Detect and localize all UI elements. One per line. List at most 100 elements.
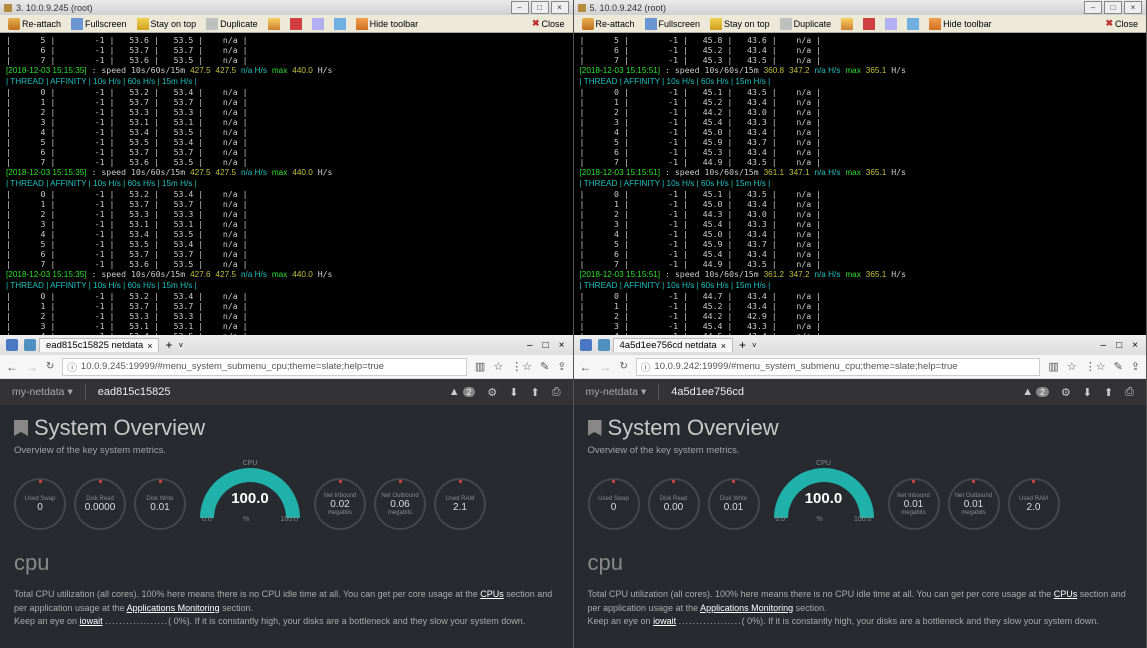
url-input[interactable]: ⓘ10.0.9.245:19999/#menu_system_submenu_c… xyxy=(62,358,467,376)
netdata-content[interactable]: System Overview Overview of the key syst… xyxy=(574,405,1147,648)
terminal-output[interactable]: | 5 | -1 | 53.6 | 53.5 | n/a | | 6 | -1 … xyxy=(0,33,573,335)
settings-icon[interactable]: ⚙ xyxy=(1061,386,1071,399)
maximize-button[interactable]: □ xyxy=(531,1,549,14)
reattach-button[interactable]: Re-attach xyxy=(578,16,639,31)
tool-clear-button[interactable] xyxy=(859,16,879,31)
mini-gauge[interactable]: Used Swap0 xyxy=(14,478,66,530)
close-button[interactable]: × xyxy=(551,1,569,14)
netdata-content[interactable]: System Overview Overview of the key syst… xyxy=(0,405,573,648)
favorites-list-icon[interactable]: ⋮☆ xyxy=(511,360,532,373)
tab-close-icon[interactable]: × xyxy=(147,341,152,351)
term-titlebar[interactable]: 3. 10.0.9.245 (root) – □ × xyxy=(0,0,573,15)
fullscreen-button[interactable]: Fullscreen xyxy=(641,16,705,31)
alerts-button[interactable]: ▲ 2 xyxy=(449,386,476,398)
print-icon[interactable]: ⎙ xyxy=(1125,386,1134,399)
browser-maximize-button[interactable]: □ xyxy=(1116,340,1122,351)
tool-grid-button[interactable] xyxy=(308,16,328,31)
settings-icon[interactable]: ⚙ xyxy=(487,386,497,399)
mini-gauge[interactable]: Disk Write0.01 xyxy=(708,478,760,530)
tool-session-button[interactable] xyxy=(330,16,350,31)
terminal-output[interactable]: | 5 | -1 | 45.8 | 43.6 | n/a | | 6 | -1 … xyxy=(574,33,1147,335)
browser-close-button[interactable]: × xyxy=(559,340,565,351)
term-titlebar[interactable]: 5. 10.0.9.242 (root) – □ × xyxy=(574,0,1147,15)
mini-gauge[interactable]: Disk Write0.01 xyxy=(134,478,186,530)
duplicate-button[interactable]: Duplicate xyxy=(202,16,262,31)
iowait-link[interactable]: iowait xyxy=(80,616,103,626)
tab-overflow-icon[interactable]: ˅ xyxy=(179,341,184,350)
share-icon[interactable]: ⇪ xyxy=(1131,360,1140,373)
close-button[interactable]: × xyxy=(1124,1,1142,14)
mini-gauge[interactable]: Net Inbound0.01megabits xyxy=(888,478,940,530)
url-input[interactable]: ⓘ10.0.9.242:19999/#menu_system_submenu_c… xyxy=(636,358,1041,376)
mini-gauge[interactable]: Used RAM2.0 xyxy=(1008,478,1060,530)
apps-monitoring-link[interactable]: Applications Monitoring xyxy=(127,603,220,613)
tool-pencil-button[interactable] xyxy=(264,16,284,31)
upload-icon[interactable]: ⬆ xyxy=(530,386,539,399)
mini-gauge[interactable]: Net Outbound0.01megabits xyxy=(948,478,1000,530)
apps-monitoring-link[interactable]: Applications Monitoring xyxy=(700,603,793,613)
reattach-button[interactable]: Re-attach xyxy=(4,16,65,31)
notes-icon[interactable]: ✎ xyxy=(1114,360,1123,373)
download-icon[interactable]: ⬇ xyxy=(509,386,518,399)
upload-icon[interactable]: ⬆ xyxy=(1104,386,1113,399)
new-tab-button[interactable]: + xyxy=(733,338,752,352)
my-netdata-menu[interactable]: my-netdata ▾ xyxy=(12,386,73,398)
hide-toolbar-button[interactable]: Hide toolbar xyxy=(352,16,423,31)
close-session-button[interactable]: ✖Close xyxy=(528,16,569,31)
my-netdata-menu[interactable]: my-netdata ▾ xyxy=(586,386,647,398)
forward-button[interactable]: → xyxy=(600,360,612,374)
browser-close-button[interactable]: × xyxy=(1132,340,1138,351)
hide-toolbar-button[interactable]: Hide toolbar xyxy=(925,16,996,31)
browser-minimize-button[interactable]: – xyxy=(1101,340,1107,351)
reader-icon[interactable]: ▥ xyxy=(1048,360,1058,373)
browser-tab[interactable]: ead815c15825 netdata× xyxy=(39,338,159,352)
browser-tab[interactable]: 4a5d1ee756cd netdata× xyxy=(613,338,733,352)
print-icon[interactable]: ⎙ xyxy=(552,386,561,399)
back-button[interactable]: ← xyxy=(580,360,592,374)
back-button[interactable]: ← xyxy=(6,360,18,374)
mini-gauge[interactable]: Disk Read0.00 xyxy=(648,478,700,530)
mini-gauge[interactable]: Net Outbound0.06megabits xyxy=(374,478,426,530)
tool-pencil-button[interactable] xyxy=(837,16,857,31)
reader-icon[interactable]: ▥ xyxy=(475,360,485,373)
browser-minimize-button[interactable]: – xyxy=(527,340,533,351)
stayontop-button[interactable]: Stay on top xyxy=(706,16,774,31)
broom-icon xyxy=(356,18,368,30)
minimize-button[interactable]: – xyxy=(511,1,529,14)
cpus-link[interactable]: CPUs xyxy=(480,589,504,599)
cpus-link[interactable]: CPUs xyxy=(1054,589,1078,599)
stayontop-button[interactable]: Stay on top xyxy=(133,16,201,31)
cpu-gauge[interactable]: CPU100.00.0%100.0 xyxy=(194,468,306,540)
new-tab-icon[interactable] xyxy=(24,339,36,351)
refresh-button[interactable]: ↻ xyxy=(620,361,628,372)
fullscreen-button[interactable]: Fullscreen xyxy=(67,16,131,31)
duplicate-button[interactable]: Duplicate xyxy=(776,16,836,31)
refresh-button[interactable]: ↻ xyxy=(46,361,54,372)
mini-gauge[interactable]: Disk Read0.0000 xyxy=(74,478,126,530)
favorite-icon[interactable]: ☆ xyxy=(493,360,503,373)
notes-icon[interactable]: ✎ xyxy=(540,360,549,373)
favorites-list-icon[interactable]: ⋮☆ xyxy=(1085,360,1106,373)
tool-session-button[interactable] xyxy=(903,16,923,31)
minimize-button[interactable]: – xyxy=(1084,1,1102,14)
favorite-icon[interactable]: ☆ xyxy=(1067,360,1077,373)
iowait-link[interactable]: iowait xyxy=(653,616,676,626)
tab-overflow-icon[interactable]: ˅ xyxy=(752,341,757,350)
forward-button[interactable]: → xyxy=(26,360,38,374)
download-icon[interactable]: ⬇ xyxy=(1083,386,1092,399)
mini-gauge[interactable]: Net Inbound0.02megabits xyxy=(314,478,366,530)
browser-maximize-button[interactable]: □ xyxy=(543,340,549,351)
tool-grid-button[interactable] xyxy=(881,16,901,31)
mini-gauge[interactable]: Used Swap0 xyxy=(588,478,640,530)
section-cpu-title: cpu xyxy=(588,550,1133,576)
maximize-button[interactable]: □ xyxy=(1104,1,1122,14)
mini-gauge[interactable]: Used RAM2.1 xyxy=(434,478,486,530)
cpu-gauge[interactable]: CPU100.00.0%100.0 xyxy=(768,468,880,540)
close-session-button[interactable]: ✖Close xyxy=(1101,16,1142,31)
tab-close-icon[interactable]: × xyxy=(721,341,726,351)
new-tab-icon[interactable] xyxy=(598,339,610,351)
alerts-button[interactable]: ▲ 2 xyxy=(1022,386,1049,398)
tool-clear-button[interactable] xyxy=(286,16,306,31)
share-icon[interactable]: ⇪ xyxy=(557,360,566,373)
new-tab-button[interactable]: + xyxy=(159,338,178,352)
